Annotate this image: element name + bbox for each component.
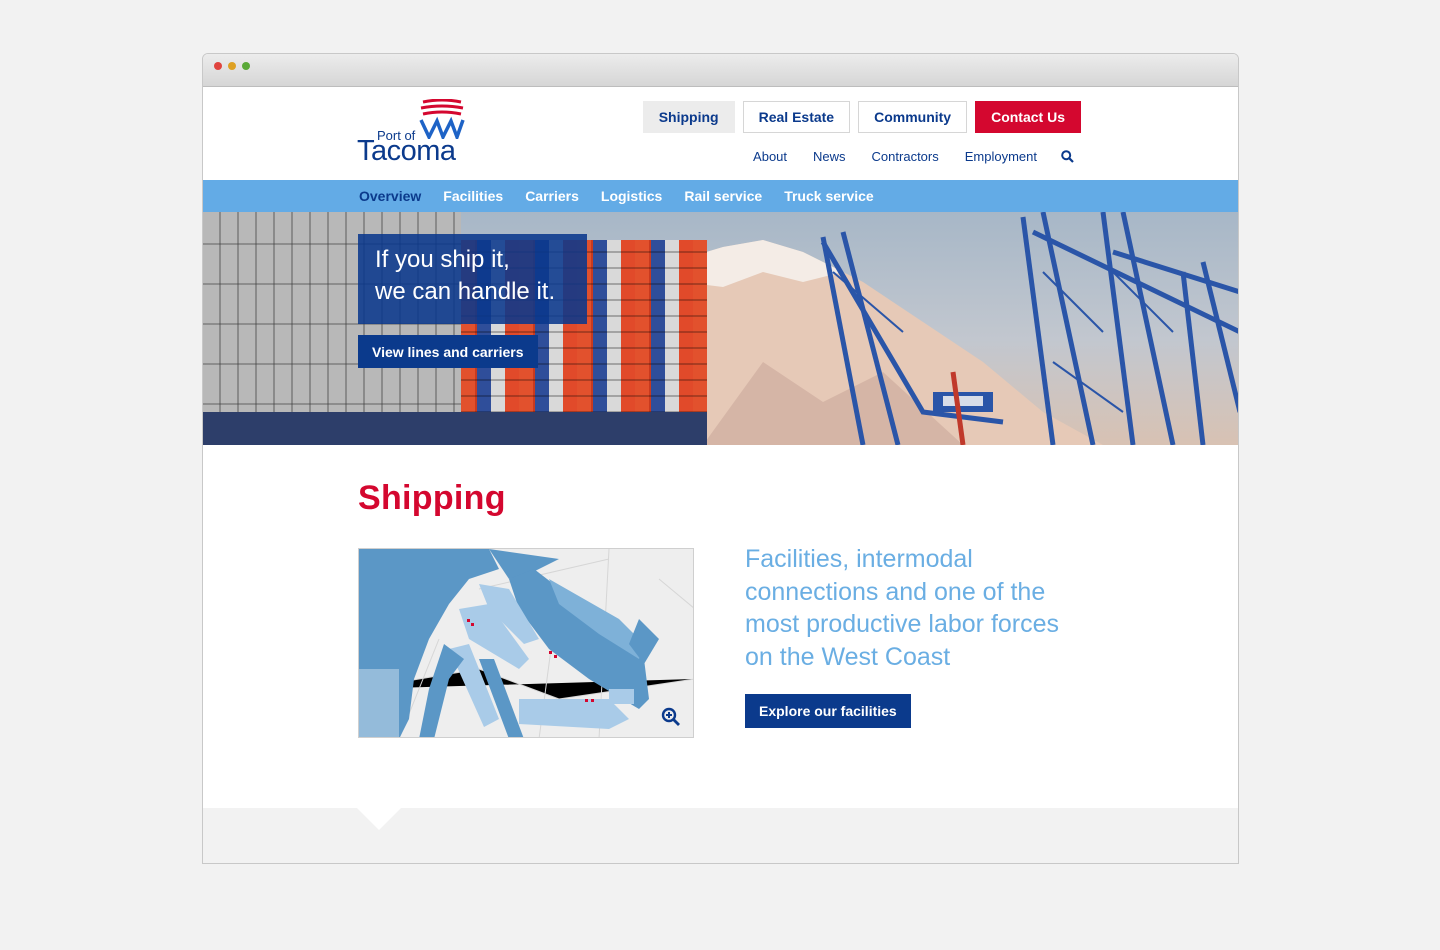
nav-contact-us[interactable]: Contact Us [975, 101, 1081, 133]
logo-tacoma: Tacoma [357, 135, 456, 167]
footer-band [203, 808, 1238, 863]
section-tab-carriers[interactable]: Carriers [525, 188, 579, 204]
hero-headline-line-1: If you ship it, [375, 246, 510, 273]
search-icon[interactable] [1061, 150, 1074, 163]
minimize-window-button[interactable] [228, 62, 236, 70]
hero-headline: If you ship it, we can handle it. [358, 234, 587, 324]
explore-facilities-button[interactable]: Explore our facilities [745, 694, 911, 728]
section-tab-logistics[interactable]: Logistics [601, 188, 662, 204]
utility-link-about[interactable]: About [753, 149, 787, 164]
map-image [359, 549, 693, 737]
shipping-blurb: Facilities, intermodal connections and o… [745, 545, 1060, 671]
section-tab-rail-service[interactable]: Rail service [684, 188, 762, 204]
site-header: Port of Tacoma Shipping Real Estate Comm… [203, 87, 1238, 180]
logo-mark-icon [419, 99, 465, 139]
browser-titlebar [203, 54, 1238, 87]
section-tab-overview[interactable]: Overview [359, 188, 421, 204]
hero-photo-cranes [820, 212, 1238, 445]
utility-link-contractors[interactable]: Contractors [872, 149, 939, 164]
footer-notch [357, 808, 401, 830]
port-of-tacoma-logo[interactable]: Port of Tacoma [357, 99, 469, 167]
hero-banner: If you ship it, we can handle it. View l… [203, 212, 1238, 445]
zoom-in-icon[interactable] [661, 707, 681, 727]
facilities-map[interactable] [358, 548, 694, 738]
close-window-button[interactable] [214, 62, 222, 70]
utility-nav: About News Contractors Employment [753, 149, 1074, 164]
page-title: Shipping [358, 479, 506, 517]
section-nav: Overview Facilities Carriers Logistics R… [203, 180, 1238, 212]
utility-link-employment[interactable]: Employment [965, 149, 1037, 164]
nav-community[interactable]: Community [858, 101, 968, 133]
nav-shipping[interactable]: Shipping [642, 101, 735, 133]
main-content: Shipping Facilities, intermodal connecti… [203, 445, 1238, 807]
browser-window: Port of Tacoma Shipping Real Estate Comm… [202, 53, 1239, 864]
utility-link-news[interactable]: News [813, 149, 846, 164]
section-tab-truck-service[interactable]: Truck service [784, 188, 874, 204]
hero-photo-hull [203, 412, 707, 445]
section-tab-facilities[interactable]: Facilities [443, 188, 503, 204]
hero-headline-line-2: we can handle it. [375, 278, 556, 305]
maximize-window-button[interactable] [242, 62, 250, 70]
primary-nav: Shipping Real Estate Community Contact U… [642, 101, 1081, 133]
nav-real-estate[interactable]: Real Estate [742, 101, 851, 133]
view-lines-and-carriers-button[interactable]: View lines and carriers [358, 335, 538, 368]
